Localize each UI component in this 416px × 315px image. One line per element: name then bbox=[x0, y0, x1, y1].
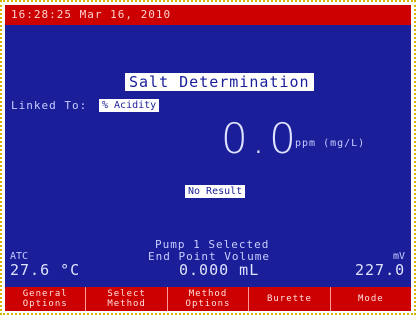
burette-button[interactable]: Burette bbox=[249, 287, 331, 311]
instrument-screen: 16:28:25 Mar 16, 2010 Salt Determination… bbox=[5, 5, 411, 311]
method-title: Salt Determination bbox=[125, 73, 314, 91]
select-method-button[interactable]: Select Method bbox=[86, 287, 168, 311]
softkey-bar: General Options Select Method Method Opt… bbox=[5, 287, 411, 311]
datetime-text: 16:28:25 Mar 16, 2010 bbox=[11, 8, 172, 21]
result-unit: ppm (mg/L) bbox=[295, 138, 366, 149]
endpoint-volume-value: 0.000 mL bbox=[179, 261, 260, 279]
status-bar: 16:28:25 Mar 16, 2010 bbox=[5, 5, 411, 25]
device-frame: 16:28:25 Mar 16, 2010 Salt Determination… bbox=[0, 0, 416, 315]
mv-value: 227.0 bbox=[355, 261, 406, 279]
method-options-button[interactable]: Method Options bbox=[167, 287, 250, 311]
temperature-value: 27.6 °C bbox=[10, 261, 81, 279]
mode-button[interactable]: Mode bbox=[330, 287, 411, 311]
result-value: 0.0 bbox=[221, 114, 300, 163]
linked-to-value: % Acidity bbox=[99, 99, 160, 112]
linked-to-label: Linked To: bbox=[11, 99, 88, 112]
general-options-button[interactable]: General Options bbox=[5, 287, 87, 311]
result-status-badge: No Result bbox=[185, 185, 246, 198]
